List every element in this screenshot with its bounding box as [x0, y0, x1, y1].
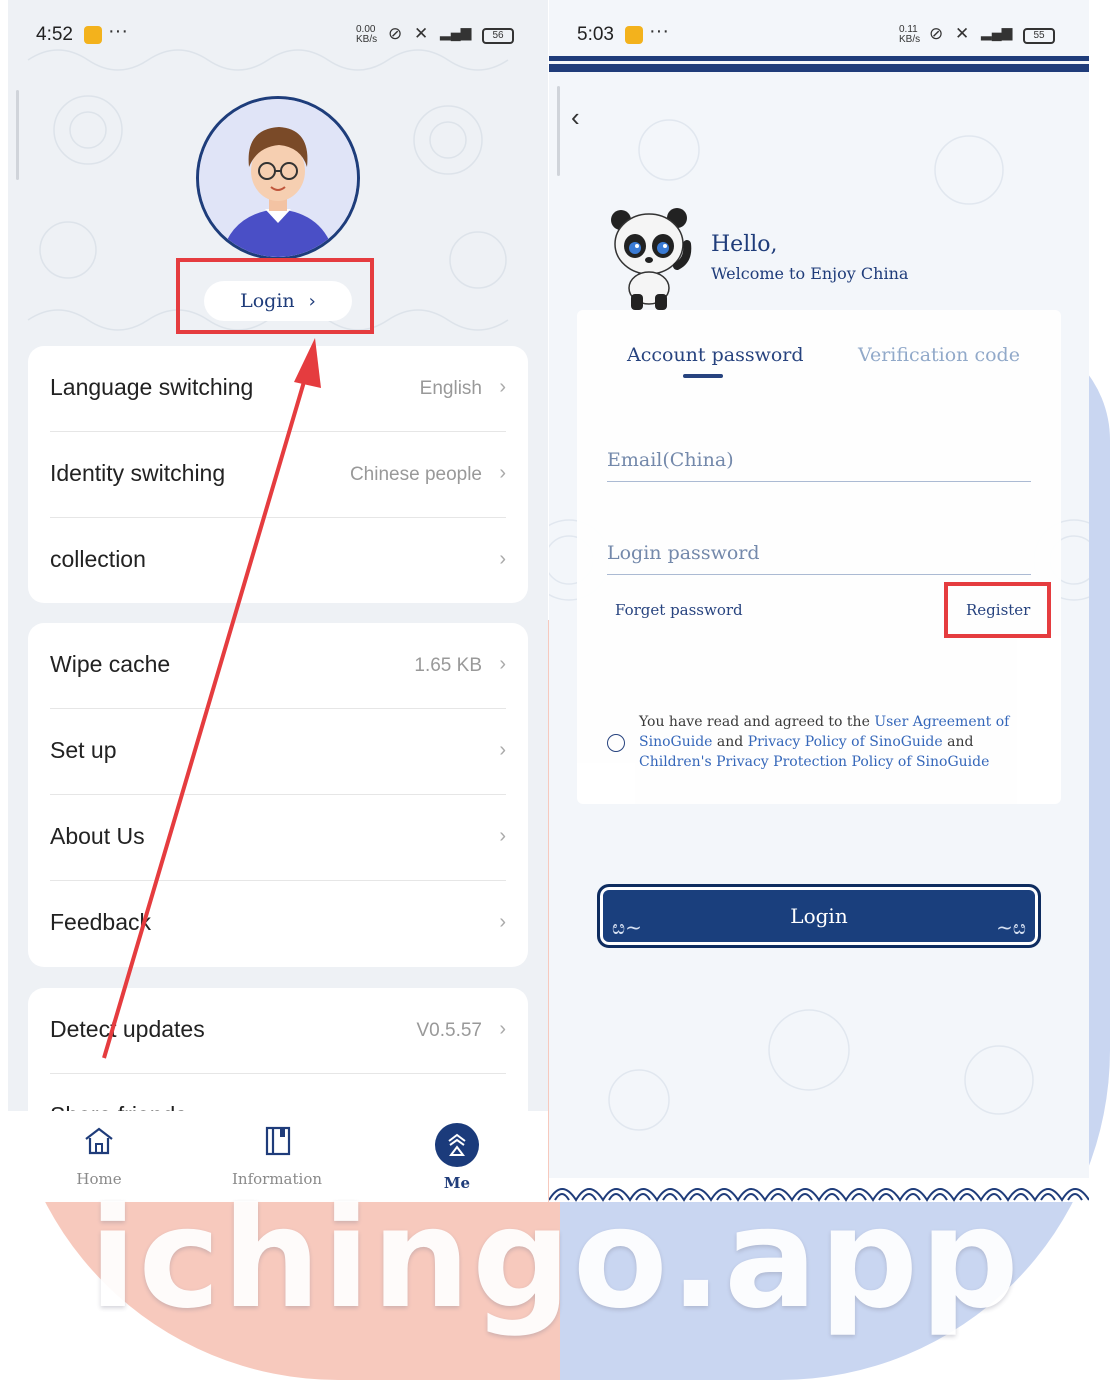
- network-speed: 0.11 KB/s: [899, 24, 921, 45]
- cloud-swirl-icon: ೞ~: [612, 915, 642, 939]
- email-input[interactable]: [607, 438, 1031, 481]
- status-time: 5:03: [577, 24, 614, 45]
- header-rule: [549, 56, 1089, 61]
- agreement-prefix: You have read and agreed to the: [639, 714, 875, 730]
- password-input[interactable]: [607, 531, 1031, 574]
- password-field[interactable]: [607, 531, 1031, 575]
- login-submit-button[interactable]: ೞ~ Login ~ೞ: [597, 884, 1041, 948]
- active-tab-indicator: [683, 374, 723, 378]
- welcome-text: Welcome to Enjoy China: [711, 264, 909, 283]
- notification-app-icon: [625, 26, 643, 44]
- agreement-radio[interactable]: [607, 734, 625, 752]
- panda-mascot-icon: [611, 208, 692, 310]
- agreement-conjunction: and: [942, 734, 974, 750]
- annotation-arrow: [102, 338, 321, 1059]
- privacy-policy-link[interactable]: Privacy Policy of SinoGuide: [748, 734, 943, 750]
- scroll-indicator: [557, 86, 560, 176]
- tab-account-password[interactable]: Account password: [627, 344, 804, 366]
- greeting-text: Hello,: [711, 232, 778, 257]
- watermark-text: ichingo.app: [89, 1178, 1021, 1339]
- battery-icon: 55: [1023, 28, 1055, 44]
- mute-icon: ✕: [955, 24, 970, 43]
- right-phone-screen: 5:03 ··· 0.11 KB/s ⊘ ✕ ▂▄▆ 55 ‹ Hello, W…: [549, 0, 1089, 1202]
- children-privacy-link[interactable]: Children's Privacy Protection Policy of …: [639, 754, 989, 770]
- back-chevron-icon[interactable]: ‹: [571, 102, 580, 133]
- agreement-conjunction: and: [712, 734, 748, 750]
- cloud-swirl-icon: ~ೞ: [996, 915, 1026, 939]
- agreement-text: You have read and agreed to the User Agr…: [639, 712, 1049, 772]
- login-form-card: Account password Verification code Forge…: [577, 310, 1061, 804]
- highlight-box-register: [944, 582, 1051, 638]
- login-button-label: Login: [790, 904, 848, 928]
- tab-verification-code[interactable]: Verification code: [858, 344, 1020, 366]
- left-phone-screen: 4:52 ··· 0.00 KB/s ⊘ ✕ ▂▄▆ 56 Login › Lan…: [8, 0, 548, 1202]
- email-field[interactable]: [607, 438, 1031, 482]
- more-notifications-icon: ···: [649, 20, 669, 42]
- forget-password-link[interactable]: Forget password: [615, 601, 743, 619]
- signal-icon: ▂▄▆: [981, 24, 1013, 40]
- link-icon: ⊘: [929, 24, 944, 43]
- header-rule: [549, 64, 1089, 72]
